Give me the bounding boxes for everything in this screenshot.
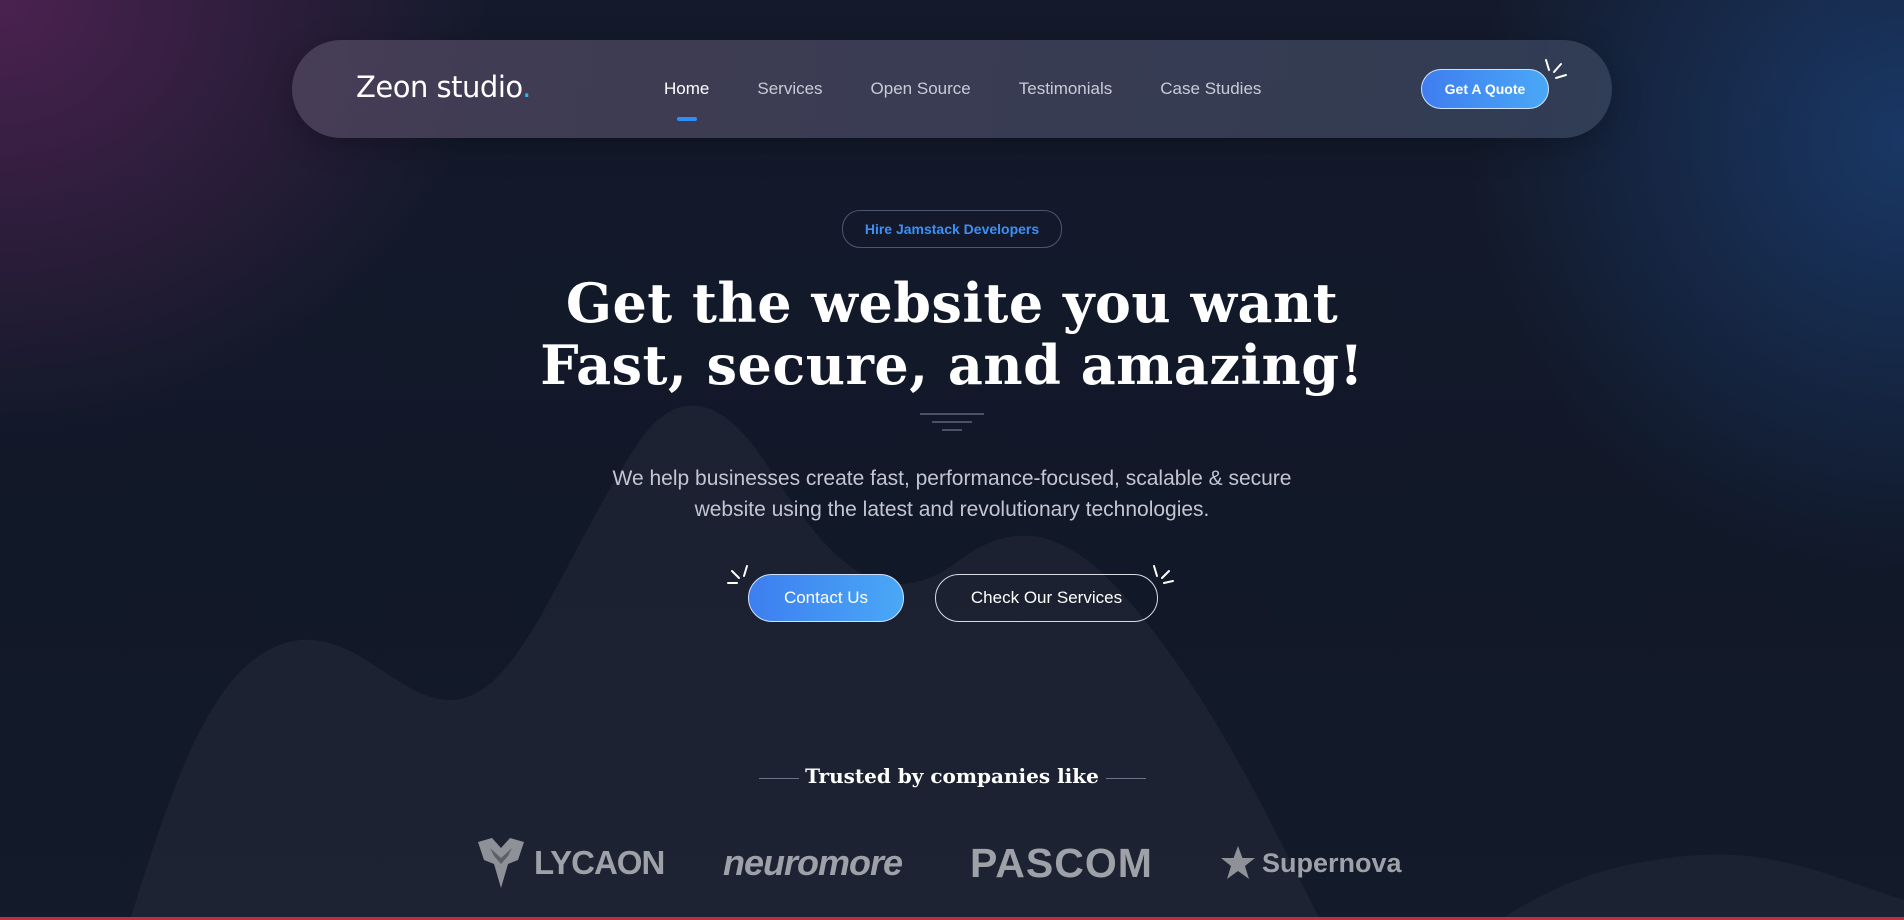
trusted-divider-right [1106, 778, 1146, 779]
sparkle-icon [1545, 59, 1567, 79]
logo-text: Zeon studio [356, 70, 523, 104]
headline-line-1: Get the website you want [565, 271, 1339, 335]
hero-subtitle: We help businesses create fast, performa… [552, 463, 1352, 525]
trusted-heading: Trusted by companies like [805, 764, 1099, 788]
check-services-button[interactable]: Check Our Services [935, 574, 1158, 622]
client-logo-neuromore: neuromore [723, 828, 903, 898]
client-name: neuromore [723, 842, 903, 883]
client-name: Supernova [1262, 847, 1402, 878]
subtitle-line-1: We help businesses create fast, performa… [612, 467, 1292, 490]
nav-item-testimonials[interactable]: Testimonials [1019, 79, 1113, 99]
heading-divider [920, 413, 984, 431]
get-a-quote-button[interactable]: Get A Quote [1421, 69, 1549, 109]
nav-item-case-studies[interactable]: Case Studies [1160, 79, 1261, 99]
top-navbar: Zeon studio. Home Services Open Source T… [292, 40, 1612, 138]
sparkle-icon [1153, 565, 1174, 584]
contact-us-button[interactable]: Contact Us [748, 574, 904, 622]
nav-item-services[interactable]: Services [757, 79, 822, 99]
subtitle-line-2: website using the latest and revolutiona… [694, 498, 1210, 521]
client-logo-lycaon: LYCAON [472, 828, 665, 898]
logo-dot: . [522, 70, 531, 104]
lycaon-logo-icon [478, 838, 524, 888]
main-menu: Home Services Open Source Testimonials C… [664, 40, 1309, 138]
sparkle-icon [727, 565, 748, 584]
client-name: LYCAON [534, 844, 665, 881]
client-logo-pascom: PASCOM [970, 828, 1153, 898]
nav-item-open-source[interactable]: Open Source [871, 79, 971, 99]
hero-headline: Get the website you want Fast, secure, a… [452, 272, 1452, 396]
client-name: PASCOM [970, 839, 1153, 886]
headline-line-2: Fast, secure, and amazing! [540, 333, 1364, 397]
nav-item-home[interactable]: Home [664, 79, 709, 121]
star-icon [1221, 846, 1255, 879]
brand-logo[interactable]: Zeon studio. [356, 70, 531, 104]
hire-badge: Hire Jamstack Developers [842, 210, 1062, 248]
client-logos: LYCAON neuromore PASCOM Supernova [470, 828, 1410, 898]
client-logo-supernova: Supernova [1218, 828, 1402, 898]
